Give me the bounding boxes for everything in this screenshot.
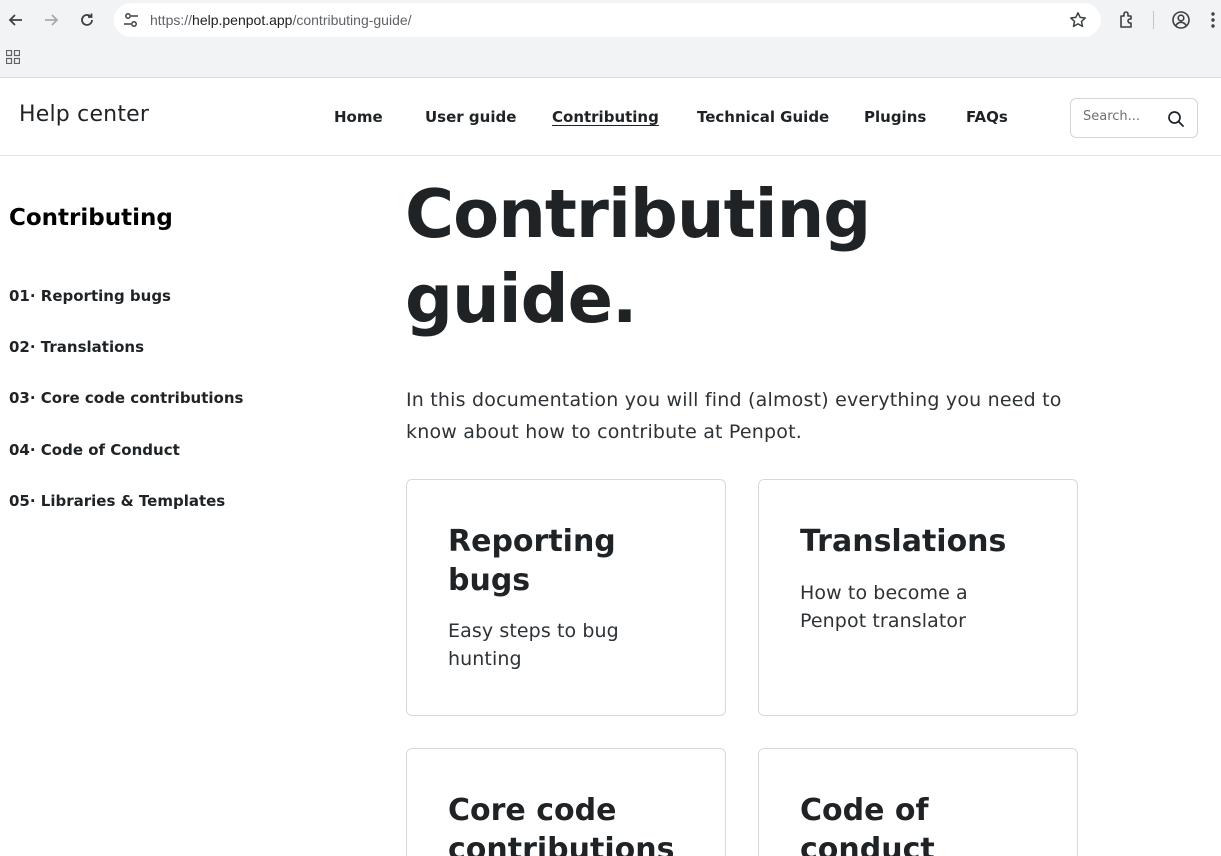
search-box: [1070, 98, 1198, 138]
card-title: Reporting bugs: [448, 524, 616, 598]
nav-home[interactable]: Home: [334, 108, 383, 126]
page-title-line1: Contributing: [405, 175, 871, 253]
toolbar-divider: [1153, 11, 1154, 29]
sidebar-item-libraries-templates[interactable]: 05· Libraries & Templates: [9, 492, 225, 510]
card-reporting-bugs[interactable]: Reporting bugs Easy steps to bug hunting: [406, 479, 726, 716]
search-input[interactable]: [1083, 109, 1163, 124]
brand-logo-text[interactable]: Help center: [19, 102, 149, 127]
nav-user-guide[interactable]: User guide: [425, 108, 516, 126]
nav-contributing[interactable]: Contributing: [552, 108, 659, 126]
card-description: Easy steps to bug hunting: [448, 620, 619, 670]
apps-grid-icon[interactable]: [6, 50, 20, 64]
back-icon[interactable]: [4, 8, 28, 32]
nav-plugins[interactable]: Plugins: [864, 108, 926, 126]
sidebar-item-reporting-bugs[interactable]: 01· Reporting bugs: [9, 287, 171, 305]
browser-toolbar: https://help.penpot.app/contributing-gui…: [0, 0, 1221, 78]
more-menu-icon[interactable]: [1206, 9, 1220, 31]
address-bar[interactable]: https://help.penpot.app/contributing-gui…: [114, 3, 1101, 37]
profile-icon[interactable]: [1170, 9, 1192, 31]
card-translations[interactable]: Translations How to become a Penpot tran…: [758, 479, 1078, 716]
sidebar-item-core-code[interactable]: 03· Core code contributions: [9, 389, 243, 407]
site-settings-icon[interactable]: [122, 11, 140, 29]
page-title: Contributing guide.: [405, 172, 1005, 342]
bookmark-star-icon[interactable]: [1069, 11, 1087, 29]
sidebar-title: Contributing: [9, 205, 173, 231]
extensions-icon[interactable]: [1116, 9, 1138, 31]
nav-faqs[interactable]: FAQs: [966, 108, 1008, 126]
card-description: How to become a Penpot translator: [800, 582, 968, 632]
nav-technical-guide[interactable]: Technical Guide: [697, 108, 829, 126]
card-title: Translations: [800, 524, 1007, 559]
page-title-line2: guide.: [405, 260, 637, 338]
site-header: Help center Home User guide Contributing…: [0, 78, 1221, 156]
sidebar-item-translations[interactable]: 02· Translations: [9, 338, 144, 356]
search-icon[interactable]: [1167, 110, 1185, 128]
forward-icon[interactable]: [39, 8, 63, 32]
card-core-code-contributions[interactable]: Core code contributions: [406, 748, 726, 856]
card-title: Code of conduct: [800, 793, 935, 856]
url-text[interactable]: https://help.penpot.app/contributing-gui…: [150, 12, 412, 28]
intro-text: In this documentation you will find (alm…: [406, 389, 1062, 443]
card-title: Core code contributions: [448, 793, 675, 856]
reload-icon[interactable]: [75, 8, 99, 32]
card-code-of-conduct[interactable]: Code of conduct: [758, 748, 1078, 856]
sidebar-item-code-of-conduct[interactable]: 04· Code of Conduct: [9, 441, 180, 459]
